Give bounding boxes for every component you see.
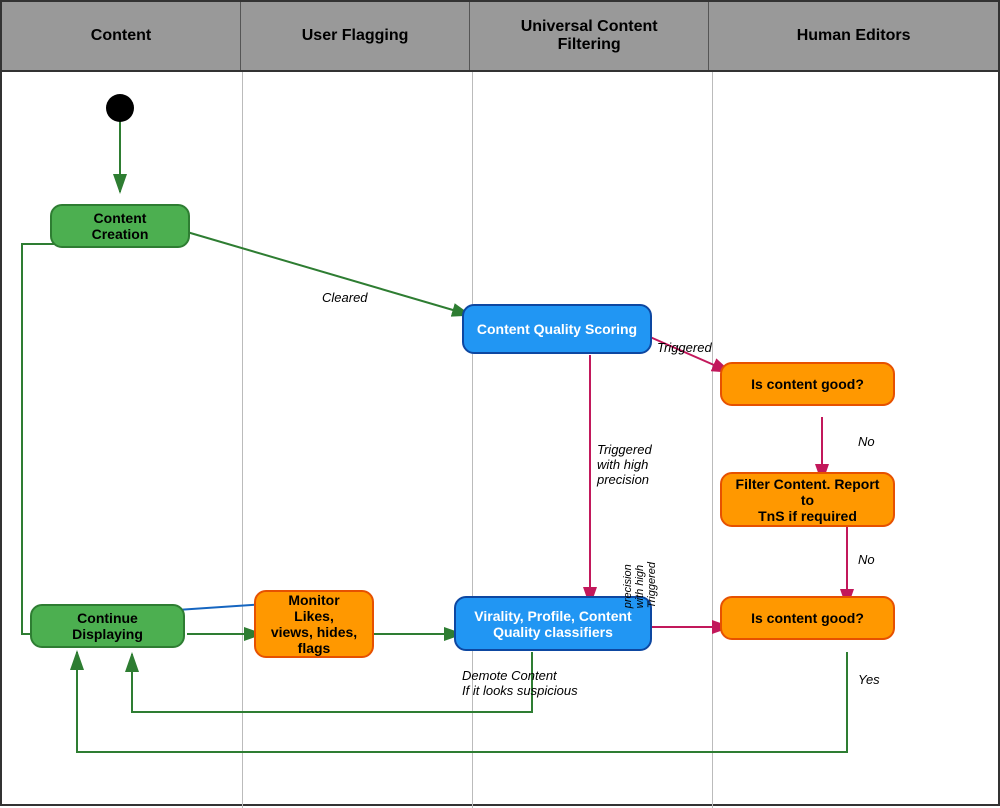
header-ucf: Universal ContentFiltering [470, 2, 709, 70]
yes-label: Yes [858, 672, 880, 687]
col-divider-1 [242, 72, 243, 808]
monitor-likes-node: Monitor Likes,views, hides,flags [254, 590, 374, 658]
diagram-container: Content User Flagging Universal ContentF… [0, 0, 1000, 806]
content-creation-node: Content Creation [50, 204, 190, 248]
header-row: Content User Flagging Universal ContentF… [2, 2, 998, 72]
triggered-label: Triggered [657, 340, 712, 355]
col-divider-3 [712, 72, 713, 808]
is-content-good-1-node: Is content good? [720, 362, 895, 406]
triggered-high-precision-1-label: Triggeredwith highprecision [597, 442, 652, 487]
header-human-editors: Human Editors [709, 2, 998, 70]
filter-content-node: Filter Content. Report toTnS if required [720, 472, 895, 527]
cleared-label: Cleared [322, 290, 368, 305]
no-1-label: No [858, 434, 875, 449]
header-user-flagging: User Flagging [241, 2, 470, 70]
start-node [106, 94, 134, 122]
content-quality-scoring-node: Content Quality Scoring [462, 304, 652, 354]
continue-displaying-node: Continue Displaying [30, 604, 185, 648]
header-content: Content [2, 2, 241, 70]
demote-content-label: Demote ContentIf it looks suspicious [462, 668, 578, 698]
body-area: Content Creation Content Quality Scoring… [2, 72, 998, 808]
is-content-good-2-node: Is content good? [720, 596, 895, 640]
triggered-high-precision-2-label: Triggeredwith highprecision [622, 562, 658, 611]
no-2-label: No [858, 552, 875, 567]
